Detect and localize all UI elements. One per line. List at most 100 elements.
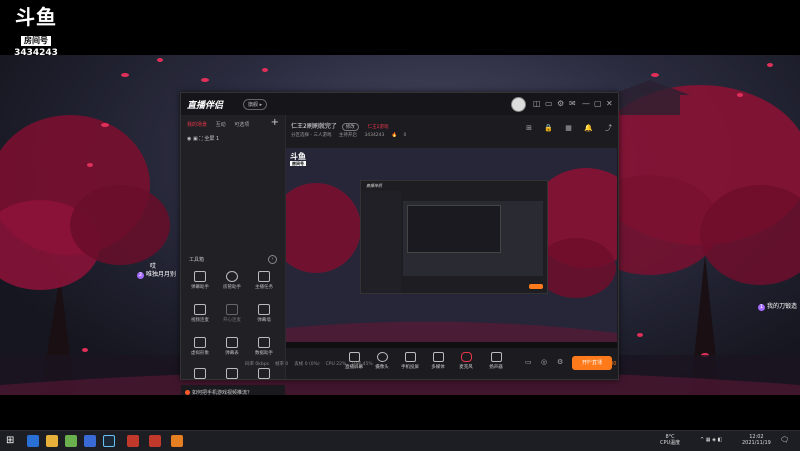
- tool-virtual-avatar[interactable]: 虚拟形象: [185, 337, 215, 356]
- fullscreen-icon: ⛶: [199, 136, 203, 142]
- tool-grid[interactable]: [249, 368, 279, 379]
- folder-icon[interactable]: [46, 435, 58, 447]
- nested-app-logo: 直播伴侣: [366, 183, 382, 188]
- tab-interaction[interactable]: 互动: [216, 122, 226, 128]
- danmu-item: 哎: [150, 263, 157, 270]
- stream-bottom-bar: [0, 395, 800, 430]
- scene-item-label: 全屏 1: [204, 136, 220, 142]
- stream-preview[interactable]: 斗鱼 房间号 直播伴侣: [286, 148, 617, 348]
- mail-icon[interactable]: ✉: [569, 99, 576, 108]
- microphone-button[interactable]: 麦克风: [453, 352, 479, 370]
- microphone-icon: [460, 352, 472, 362]
- room-title-row: 仁王2刷刷就完了 修改 仁王2游戏: [291, 121, 393, 131]
- app-icon[interactable]: [84, 435, 96, 447]
- clock[interactable]: 12:02 2021/11/19: [742, 434, 771, 446]
- mic-icon: [194, 304, 206, 315]
- tool-room-admin[interactable]: 房管助手: [217, 271, 247, 290]
- media-button[interactable]: 多媒体: [425, 352, 451, 370]
- speaker-icon: [490, 352, 502, 362]
- preview-taskbar: [286, 342, 617, 348]
- tool-data-assistant[interactable]: 数据助手: [249, 337, 279, 356]
- gift-icon: [258, 271, 270, 282]
- lock-icon[interactable]: 🔒: [544, 124, 553, 132]
- scene-sidebar: 我的场景 互动 可选项 + ◉ ▣ ⛶ 全屏 1 工具箱 › 弹幕助手 房管助手…: [181, 115, 286, 401]
- list-icon: [226, 337, 238, 348]
- tool-download[interactable]: [217, 368, 247, 379]
- fire-icon: 🔥: [391, 133, 398, 138]
- nested-sidebar: [361, 191, 401, 293]
- danmu-item: 1 我的刀锻造: [758, 303, 798, 311]
- room-info: 分区选择 - 三人游戏 主持开启 3434243 🔥 0: [291, 133, 407, 138]
- header-icons: ⊞ 🔒 ▦ 🔔 ⤴: [516, 123, 612, 133]
- user-icon: [226, 271, 238, 282]
- bell-icon[interactable]: 🔔: [584, 124, 593, 132]
- grid-icon[interactable]: ◫: [533, 99, 541, 108]
- close-icon[interactable]: ✕: [606, 99, 613, 108]
- game-tag[interactable]: 仁王2游戏: [364, 123, 393, 131]
- scene-item[interactable]: ◉ ▣ ⛶ 全屏 1: [187, 135, 219, 142]
- phone-icon: [404, 352, 416, 362]
- preview-logo: 斗鱼 房间号: [290, 152, 306, 166]
- layout-icon[interactable]: ⊞: [526, 124, 532, 132]
- app-icon[interactable]: [65, 435, 77, 447]
- grid-icon: [258, 368, 270, 379]
- tab-my-scenes[interactable]: 我的场景: [187, 122, 207, 128]
- window-icon[interactable]: ▭: [545, 99, 553, 108]
- tool-danmu-wall[interactable]: 弹幕墙: [249, 304, 279, 323]
- douyu-logo: 斗鱼 房间号 3434243: [12, 6, 60, 58]
- steam-icon[interactable]: [103, 435, 115, 447]
- nested-app-preview: 直播伴侣: [360, 180, 548, 294]
- streaming-app-icon[interactable]: [171, 435, 183, 447]
- panel-icon[interactable]: ▦: [565, 124, 572, 132]
- streaming-app-window[interactable]: 直播伴侣 旗舰 ▸ ◫ ▭ ⚙ ✉ — ▢ ✕ 我的场景 互动 可选项 + ◉ …: [180, 92, 619, 401]
- weather-widget[interactable]: 8°C CPU温度: [660, 434, 680, 446]
- room-label: 房间号: [21, 36, 51, 46]
- sidebar-tabs: 我的场景 互动 可选项: [187, 121, 256, 128]
- app-icon[interactable]: [149, 435, 161, 447]
- download-icon: [226, 368, 238, 379]
- add-scene-button[interactable]: +: [271, 117, 279, 128]
- media-icon: [432, 352, 444, 362]
- app-title-bar[interactable]: 直播伴侣 旗舰 ▸ ◫ ▭ ⚙ ✉ — ▢ ✕: [181, 93, 618, 115]
- minimize-icon[interactable]: —: [582, 99, 590, 108]
- logo-text: 斗鱼: [15, 5, 57, 29]
- tool-danmu[interactable]: 弹幕助手: [185, 271, 215, 290]
- tool-happy-link[interactable]: 开心连麦: [217, 304, 247, 323]
- eye-icon[interactable]: ◎: [541, 358, 547, 366]
- maximize-icon[interactable]: ▢: [594, 99, 602, 108]
- avatar-icon: [194, 337, 206, 348]
- record-icon[interactable]: ▭: [525, 358, 532, 366]
- danmu-item: 2 唯独月月别: [137, 271, 177, 279]
- tool-video-link[interactable]: 视频连麦: [185, 304, 215, 323]
- share-icon[interactable]: ⤴: [605, 124, 612, 132]
- record-timer: ● 00:00:00: [588, 361, 617, 367]
- tab-options[interactable]: 可选项: [234, 122, 249, 128]
- avatar[interactable]: [511, 97, 526, 112]
- speaker-button[interactable]: 扬声器: [483, 352, 509, 370]
- lock-icon[interactable]: ▣: [193, 136, 198, 142]
- heart-icon: [194, 368, 206, 379]
- tool-streamer-tasks[interactable]: 主播任务: [249, 271, 279, 290]
- windows-taskbar: ⊞ 8°C CPU温度 ^ ▦ ◈ ◧ 12:02 2021/11/19 🗨: [0, 430, 800, 451]
- main-panel: 仁王2刷刷就完了 修改 仁王2游戏 分区选择 - 三人游戏 主持开启 34342…: [285, 115, 618, 379]
- phone-cast-button[interactable]: 手机投屏: [397, 352, 423, 370]
- edit-tag[interactable]: 修改: [341, 123, 359, 131]
- toolbox-more-button[interactable]: ›: [268, 255, 277, 264]
- settings-icon[interactable]: ⚙: [557, 99, 564, 108]
- tray-icons[interactable]: ^ ▦ ◈ ◧: [700, 437, 722, 443]
- app-version-badge[interactable]: 旗舰 ▸: [243, 99, 268, 110]
- app-icon[interactable]: [127, 435, 139, 447]
- app-logo: 直播伴侣: [187, 101, 224, 111]
- tool-heart[interactable]: [185, 368, 215, 379]
- stream-status: 码率 0kbps 帧率 0 丢帧 0 (0%) CPU 22% 内存 45%: [245, 362, 373, 367]
- edge-icon[interactable]: [27, 435, 39, 447]
- danmu-icon: [194, 271, 206, 282]
- notification-icon[interactable]: 🗨: [780, 437, 789, 444]
- right-overlay-strip: [786, 40, 800, 130]
- settings-icon[interactable]: ⚙: [557, 358, 563, 366]
- nested-preview-deep: [407, 205, 501, 253]
- eye-icon[interactable]: ◉: [187, 136, 191, 142]
- windows-start-icon[interactable]: ⊞: [6, 436, 14, 446]
- tool-danmu-list[interactable]: 弹幕表: [217, 337, 247, 356]
- stream-top-bar: 斗鱼 房间号 3434243: [0, 0, 800, 58]
